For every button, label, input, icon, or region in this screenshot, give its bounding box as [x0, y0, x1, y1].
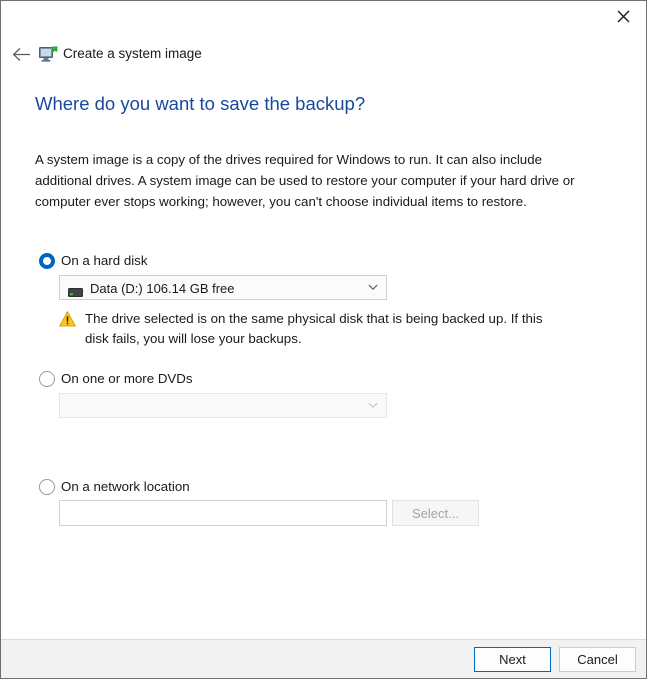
hard-disk-dropdown[interactable]: Data (D:) 106.14 GB free [59, 275, 387, 300]
network-location-input[interactable] [59, 500, 387, 526]
radio-on-a-network-location[interactable] [39, 479, 55, 495]
cancel-button[interactable]: Cancel [559, 647, 636, 672]
chevron-down-icon [368, 284, 378, 290]
system-image-monitor-icon [38, 44, 58, 64]
dvd-dropdown[interactable] [59, 393, 387, 418]
create-system-image-dialog: Create a system image Where do you want … [0, 0, 647, 679]
radio-on-one-or-more-dvds[interactable] [39, 371, 55, 387]
close-icon [617, 10, 630, 23]
app-title: Create a system image [63, 46, 202, 61]
chevron-down-icon [368, 402, 378, 408]
label-on-a-hard-disk: On a hard disk [61, 253, 148, 268]
warning-triangle-icon [58, 310, 77, 327]
back-arrow-icon [12, 47, 30, 61]
dialog-footer: Next Cancel [1, 639, 646, 678]
hard-disk-warning-text: The drive selected is on the same physic… [85, 311, 543, 346]
select-network-location-button[interactable]: Select... [392, 500, 479, 526]
back-button[interactable] [6, 39, 36, 69]
radio-on-a-hard-disk[interactable] [39, 253, 55, 269]
title-bar [1, 1, 646, 39]
label-on-one-or-more-dvds: On one or more DVDs [61, 371, 193, 386]
label-on-a-network-location: On a network location [61, 479, 190, 494]
next-button[interactable]: Next [474, 647, 551, 672]
navigation-row: Create a system image [1, 39, 646, 71]
page-description: A system image is a copy of the drives r… [35, 152, 575, 209]
hard-drive-icon [68, 284, 83, 297]
page-title: Where do you want to save the backup? [35, 93, 366, 114]
hard-disk-dropdown-value: Data (D:) 106.14 GB free [90, 281, 235, 296]
close-button[interactable] [601, 1, 646, 32]
